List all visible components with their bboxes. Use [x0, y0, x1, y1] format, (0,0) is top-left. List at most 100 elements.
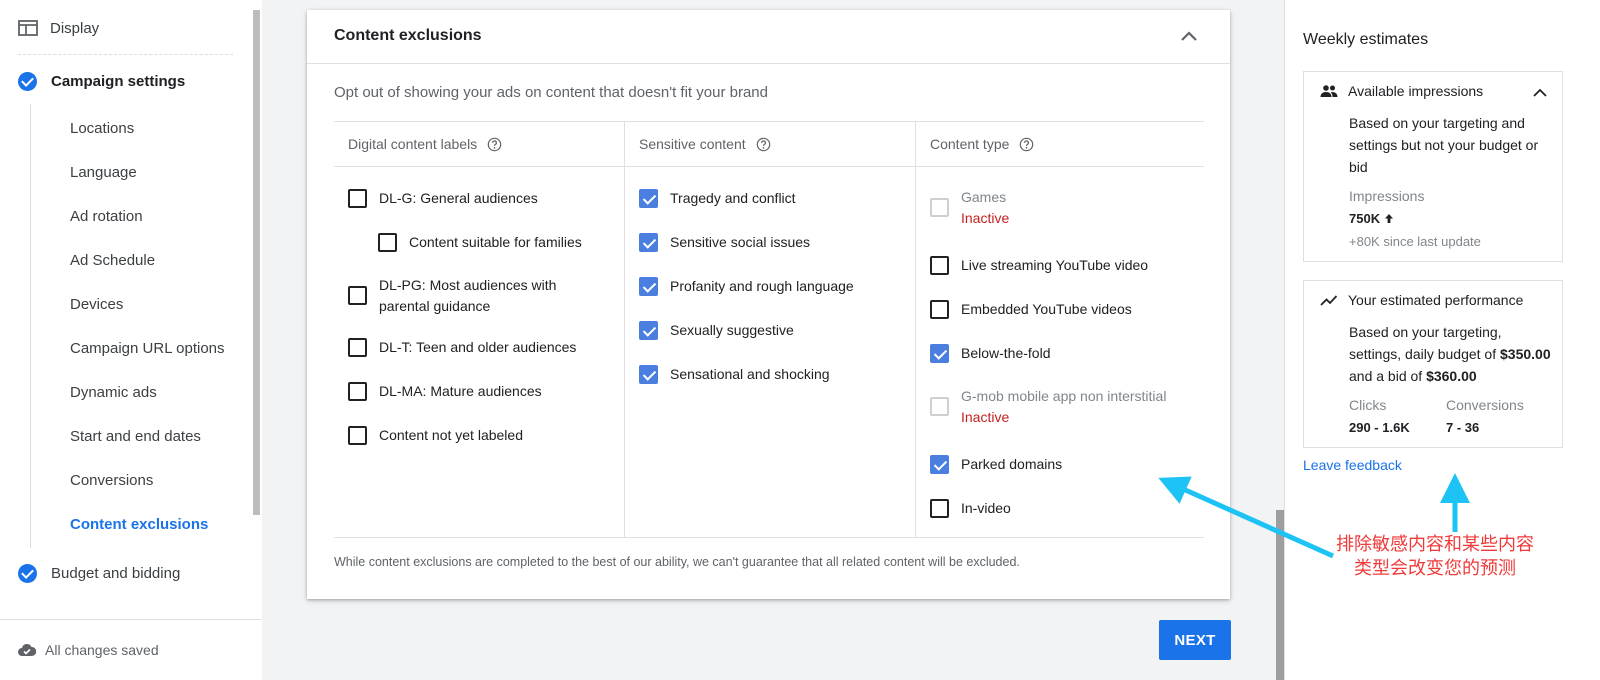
option-label: Content not yet labeled — [379, 427, 523, 443]
option-below-the-fold[interactable]: Below-the-fold — [930, 343, 1051, 364]
option-dl-ma[interactable]: DL-MA: Mature audiences — [348, 381, 542, 402]
option-label: Live streaming YouTube video — [961, 257, 1149, 273]
option-dl-t[interactable]: DL-T: Teen and older audiences — [348, 337, 576, 358]
performance-card-header: Your estimated performance — [1320, 292, 1523, 308]
option-dl-pg[interactable]: DL-PG: Most audiences with parental guid… — [348, 275, 598, 317]
next-button[interactable]: NEXT — [1159, 620, 1231, 660]
sidebar-divider — [18, 54, 233, 55]
option-label: Profanity and rough language — [670, 278, 854, 294]
trending-up-icon — [1320, 295, 1338, 306]
checkbox[interactable] — [348, 286, 367, 305]
option-dl-g[interactable]: DL-G: General audiences — [348, 188, 538, 209]
cloud-done-icon — [18, 643, 36, 656]
chevron-up-icon[interactable] — [1532, 87, 1548, 98]
column-header-label: Digital content labels — [348, 136, 478, 152]
inactive-badge: Inactive — [961, 409, 1010, 425]
checkbox[interactable] — [378, 233, 397, 252]
card-disclaimer: While content exclusions are completed t… — [334, 555, 1020, 569]
display-icon — [18, 20, 38, 36]
annotation-note: 排除敏感内容和某些内容类型会改变您的预测 — [1336, 534, 1534, 578]
clicks-label: Clicks — [1349, 397, 1387, 413]
option-in-video[interactable]: In-video — [930, 498, 1011, 519]
column-header: Content type — [916, 122, 1204, 167]
option-tragedy-conflict[interactable]: Tragedy and conflict — [639, 188, 796, 209]
sidebar-item-content-exclusions[interactable]: Content exclusions — [70, 515, 208, 535]
checkbox[interactable] — [639, 233, 658, 252]
column-digital-content-labels: Digital content labels DL-G: General aud… — [334, 122, 624, 538]
clicks-value: 290 - 1.6K — [1349, 420, 1410, 435]
help-icon[interactable] — [756, 137, 771, 152]
column-sensitive-content: Sensitive content Tragedy and conflict S… — [624, 122, 915, 538]
main-scrollbar[interactable] — [1276, 510, 1284, 680]
sidebar-item-locations[interactable]: Locations — [70, 119, 134, 139]
sidebar-item-devices[interactable]: Devices — [70, 295, 123, 315]
option-gmob-non-interstitial: G-mob mobile app non interstitial Inactiv… — [930, 386, 1166, 428]
checkbox[interactable] — [639, 365, 658, 384]
option-label: DL-T: Teen and older audiences — [379, 339, 577, 355]
option-sensational-shocking[interactable]: Sensational and shocking — [639, 364, 830, 385]
budget-value: $350.00 — [1500, 346, 1551, 362]
sidebar-section-campaign-settings[interactable]: Campaign settings — [18, 68, 185, 94]
option-label: Games — [961, 189, 1007, 205]
sidebar-item-conversions[interactable]: Conversions — [70, 471, 153, 491]
option-label: DL-G: General audiences — [379, 190, 538, 206]
sidebar-scrollbar[interactable] — [253, 10, 260, 515]
sidebar-item-dynamic-ads[interactable]: Dynamic ads — [70, 383, 157, 403]
impressions-description: Based on your targeting and settings but… — [1349, 115, 1539, 175]
column-header-label: Content type — [930, 136, 1010, 152]
sidebar-item-ad-schedule[interactable]: Ad Schedule — [70, 251, 155, 271]
performance-card: Your estimated performance Based on your… — [1303, 280, 1563, 448]
sidebar-item-display[interactable]: Display — [18, 16, 99, 40]
checkbox[interactable] — [348, 189, 367, 208]
card-header-label: Your estimated performance — [1348, 292, 1524, 308]
option-parked-domains[interactable]: Parked domains — [930, 454, 1062, 475]
conversions-value: 7 - 36 — [1446, 420, 1480, 435]
impressions-card: Available impressions Based on your targ… — [1303, 71, 1563, 262]
sidebar-section-label: Campaign settings — [51, 72, 186, 90]
option-label: Below-the-fold — [961, 345, 1051, 361]
checkbox[interactable] — [639, 277, 658, 296]
sidebar-item-ad-rotation[interactable]: Ad rotation — [70, 207, 143, 227]
checkbox[interactable] — [639, 321, 658, 340]
help-icon[interactable] — [1019, 137, 1034, 152]
sidebar-item-language[interactable]: Language — [70, 163, 137, 183]
desc-text: and a bid of — [1349, 368, 1423, 384]
option-label: DL-MA: Mature audiences — [379, 383, 542, 399]
checkbox[interactable] — [930, 256, 949, 275]
impressions-card-header[interactable]: Available impressions — [1320, 83, 1483, 99]
option-profanity[interactable]: Profanity and rough language — [639, 276, 854, 297]
checkbox[interactable] — [348, 426, 367, 445]
column-content-type: Content type Games Inactive Live streamin… — [915, 122, 1204, 538]
checkbox[interactable] — [930, 344, 949, 363]
checkbox[interactable] — [348, 382, 367, 401]
sidebar-section-budget-bidding[interactable]: Budget and bidding — [18, 560, 180, 586]
leave-feedback-link[interactable]: Leave feedback — [1303, 457, 1402, 473]
inactive-badge: Inactive — [961, 210, 1010, 226]
option-label: G-mob mobile app non interstitial — [961, 388, 1167, 404]
checkbox[interactable] — [930, 499, 949, 518]
option-label: Tragedy and conflict — [670, 190, 796, 206]
chevron-up-icon[interactable] — [1179, 29, 1199, 43]
checkbox[interactable] — [930, 300, 949, 319]
option-not-yet-labeled[interactable]: Content not yet labeled — [348, 425, 523, 446]
checkbox[interactable] — [348, 338, 367, 357]
card-header[interactable]: Content exclusions — [307, 10, 1230, 64]
column-header-label: Sensitive content — [639, 136, 746, 152]
option-suitable-for-families[interactable]: Content suitable for families — [378, 232, 582, 253]
sidebar-item-label: Display — [50, 19, 100, 37]
sidebar-item-start-end-dates[interactable]: Start and end dates — [70, 427, 201, 447]
option-live-streaming[interactable]: Live streaming YouTube video — [930, 255, 1148, 276]
conversions-label: Conversions — [1446, 397, 1524, 413]
help-icon[interactable] — [487, 137, 502, 152]
option-sexually-suggestive[interactable]: Sexually suggestive — [639, 320, 794, 341]
arrow-up-icon — [1384, 214, 1393, 223]
performance-description: Based on your targeting, settings, daily… — [1349, 321, 1554, 387]
option-label: Content suitable for families — [409, 234, 582, 250]
option-sensitive-social[interactable]: Sensitive social issues — [639, 232, 810, 253]
exclusions-grid: Digital content labels DL-G: General aud… — [334, 121, 1204, 538]
sidebar-item-campaign-url-options[interactable]: Campaign URL options — [70, 339, 225, 359]
save-status-bar: All changes saved — [0, 619, 262, 680]
checkbox[interactable] — [930, 455, 949, 474]
option-embedded-youtube[interactable]: Embedded YouTube videos — [930, 299, 1132, 320]
checkbox[interactable] — [639, 189, 658, 208]
